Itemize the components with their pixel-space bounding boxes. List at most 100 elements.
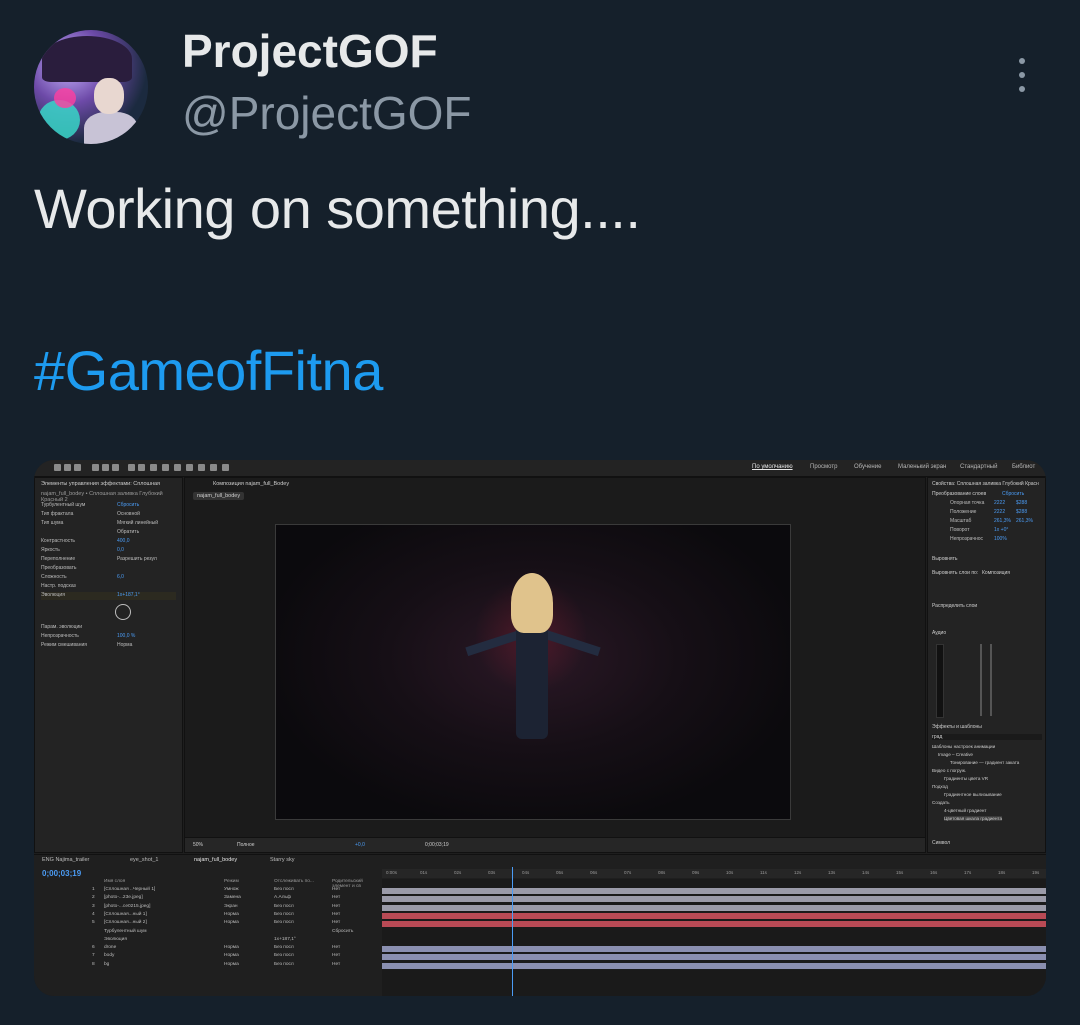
effects-tree-item[interactable]: Градиентное вылизывание xyxy=(944,792,1002,797)
effects-tree-item[interactable]: 4-цветный градиент xyxy=(944,808,987,813)
layer-parent-select[interactable]: Сбросить xyxy=(332,929,353,934)
effect-value[interactable]: Сбросить xyxy=(117,502,139,508)
effect-row[interactable]: Преобразовать xyxy=(41,565,176,573)
transform-prop[interactable]: Положение 2222 $288 xyxy=(950,509,1039,517)
prop-value[interactable]: 100% xyxy=(994,536,1007,542)
workspace-small-screen[interactable]: Маленький экран xyxy=(898,464,946,470)
layer-parent-select[interactable]: Нет xyxy=(332,962,340,967)
layer-track-matte-select[interactable]: Без посл xyxy=(274,945,294,950)
prop-value[interactable]: 2222 xyxy=(994,500,1005,506)
timeline-layer-row[interactable]: 7 body Норма Без посл Нет xyxy=(34,953,379,960)
workspace-review[interactable]: Просмотр xyxy=(810,464,837,470)
layer-name[interactable]: [Сплошная...ный 1] xyxy=(104,912,147,917)
layer-duration-bar[interactable] xyxy=(382,929,1046,936)
mask-tool-icon[interactable] xyxy=(138,464,145,471)
layer-mode-select[interactable]: Норма xyxy=(224,962,239,967)
layer-duration-bar[interactable] xyxy=(382,896,1046,903)
effects-tree-item-selected[interactable]: Цветовая шкала градиента xyxy=(944,816,1003,821)
reset-link[interactable]: Сбросить xyxy=(1002,491,1024,497)
composition-breadcrumb[interactable]: najam_full_bodey xyxy=(193,492,245,500)
pan-tool-icon[interactable] xyxy=(102,464,109,471)
layer-name[interactable]: [photo-...23e.jpeg] xyxy=(104,895,143,900)
hand-tool-icon[interactable] xyxy=(64,464,71,471)
hashtag-link[interactable]: #GameofFitna xyxy=(34,338,383,403)
effect-row[interactable]: Сложность 6,0 xyxy=(41,574,176,582)
layer-track-matte-select[interactable]: 1x+187,1° xyxy=(274,937,296,942)
layer-duration-bar[interactable] xyxy=(382,937,1046,944)
effect-dropdown[interactable]: Мягкий линейный xyxy=(117,520,158,526)
display-name[interactable]: ProjectGOF xyxy=(182,24,438,78)
audio-slider[interactable] xyxy=(990,644,992,716)
layer-mode-select[interactable]: Умнож xyxy=(224,887,239,892)
prop-value[interactable]: 1x +0° xyxy=(994,527,1008,533)
effect-value[interactable]: 100,0 % xyxy=(117,633,135,639)
type-tool-icon[interactable] xyxy=(162,464,169,471)
layer-name[interactable]: Турбулентный шум xyxy=(104,929,147,934)
timeline-layer-row[interactable]: Эволюция 1x+187,1° xyxy=(34,937,379,944)
layer-mode-select[interactable]: Норма xyxy=(224,912,239,917)
layer-name[interactable]: body xyxy=(104,953,114,958)
selection-tool-icon[interactable] xyxy=(54,464,61,471)
prop-value[interactable]: $288 xyxy=(1016,500,1027,506)
layer-track-matte-select[interactable]: Без посл xyxy=(274,953,294,958)
effects-tree-item[interactable]: Шаблоны настроек анимации xyxy=(932,744,995,749)
transform-prop[interactable]: Поворот 1x +0° xyxy=(950,527,1039,535)
audio-slider[interactable] xyxy=(980,644,982,716)
layer-name[interactable]: drone xyxy=(104,945,116,950)
timeline-track-area[interactable] xyxy=(382,879,1046,996)
effect-value[interactable]: 400,0 xyxy=(117,538,130,544)
character-header[interactable]: Символ xyxy=(932,840,950,846)
effects-tree-item[interactable]: Image – Creative xyxy=(938,752,973,757)
layer-parent-select[interactable]: Нет xyxy=(332,887,340,892)
effect-row[interactable]: Турбулентный шум Сбросить xyxy=(41,502,176,510)
effect-value[interactable]: 0,0 xyxy=(117,547,124,553)
timeline-layer-row[interactable]: 2 [photo-...23e.jpeg] Замена А.Альф Нет xyxy=(34,895,379,902)
timeline-layer-row[interactable]: 3 [photo-...ce0215.jpeg] Экран Без посл Нет xyxy=(34,904,379,911)
timeline-tab[interactable]: eye_shot_1 xyxy=(130,857,158,863)
effects-tree-item[interactable]: Градиенты цвета VR xyxy=(944,776,988,781)
layer-mode-select[interactable]: Норма xyxy=(224,945,239,950)
effect-row[interactable]: Тип шума Мягкий линейный xyxy=(41,520,176,528)
effect-value[interactable]: 1x+187,1° xyxy=(117,592,140,598)
effect-row[interactable]: Яркость 0,0 xyxy=(41,547,176,555)
timeline-layer-row[interactable]: 6 drone Норма Без посл Нет xyxy=(34,945,379,952)
time-ruler[interactable]: 0:00s 01s 02s 03s 04s 05s 06s 07s 08s 09s 10s 11s 12… xyxy=(382,869,1046,878)
composition-viewer[interactable]: Композиция najam_full_Bodey najam_full_b… xyxy=(184,477,926,853)
layer-parent-select[interactable]: Нет xyxy=(332,904,340,909)
effect-row[interactable]: Тип фрактала Основной xyxy=(41,511,176,519)
layer-parent-select[interactable]: Нет xyxy=(332,912,340,917)
effects-tree-item[interactable]: Создать xyxy=(932,800,949,805)
effect-row[interactable]: Настр. подсказ xyxy=(41,583,176,591)
layer-duration-bar[interactable] xyxy=(382,912,1046,919)
evolution-dial-icon[interactable] xyxy=(115,604,131,620)
effect-row[interactable]: Режим смешивания Норма xyxy=(41,642,176,650)
effects-tree-item[interactable]: Подход xyxy=(932,784,948,789)
user-handle[interactable]: @ProjectGOF xyxy=(182,86,472,140)
effect-controls-tab[interactable]: Элементы управления эффектами: Сплошная xyxy=(41,481,160,487)
effect-row[interactable]: Непрозрачность 100,0 % xyxy=(41,633,176,641)
composition-tab[interactable]: Композиция najam_full_Bodey xyxy=(213,481,289,487)
timeline-layer-row[interactable]: 8 bg Норма Без посл Нет xyxy=(34,962,379,969)
layer-mode-select[interactable]: Замена xyxy=(224,895,241,900)
layer-track-matte-select[interactable]: Без посл xyxy=(274,904,294,909)
timeline-tab[interactable]: ENG Najima_trailer xyxy=(42,857,89,863)
properties-title[interactable]: Свойства: Сплошная заливка Глубокий Крас… xyxy=(932,481,1039,487)
timeline-layer-row[interactable]: 1 [Сплошная ..Черный 1] Умнож Без посл Нет xyxy=(34,887,379,894)
timeline-layer-row[interactable]: 5 [Сплошная...ный 2] Норма Без посл Нет xyxy=(34,920,379,927)
timeline-tab-active[interactable]: najam_full_bodey xyxy=(194,857,237,863)
prop-value[interactable]: 261,3% xyxy=(994,518,1011,524)
layer-parent-select[interactable]: Нет xyxy=(332,920,340,925)
layer-duration-bar[interactable] xyxy=(382,946,1046,953)
align-target-select[interactable]: Композиция xyxy=(982,570,1010,576)
layer-duration-bar[interactable] xyxy=(382,888,1046,894)
brush-tool-icon[interactable] xyxy=(174,464,181,471)
effects-tree-item[interactable]: Видео с погруж. xyxy=(932,768,966,773)
layer-name[interactable]: [Сплошная ..Черный 1] xyxy=(104,887,155,892)
effect-row[interactable]: Парам. эволюции xyxy=(41,624,176,632)
layer-name[interactable]: [Сплошная...ный 2] xyxy=(104,920,147,925)
orbit-tool-icon[interactable] xyxy=(92,464,99,471)
layer-name[interactable]: Эволюция xyxy=(104,937,127,942)
invert-checkbox[interactable]: Обратить xyxy=(117,529,139,535)
effect-row-evolution[interactable]: Эволюция 1x+187,1° xyxy=(41,592,176,600)
layer-mode-select[interactable]: Норма xyxy=(224,920,239,925)
